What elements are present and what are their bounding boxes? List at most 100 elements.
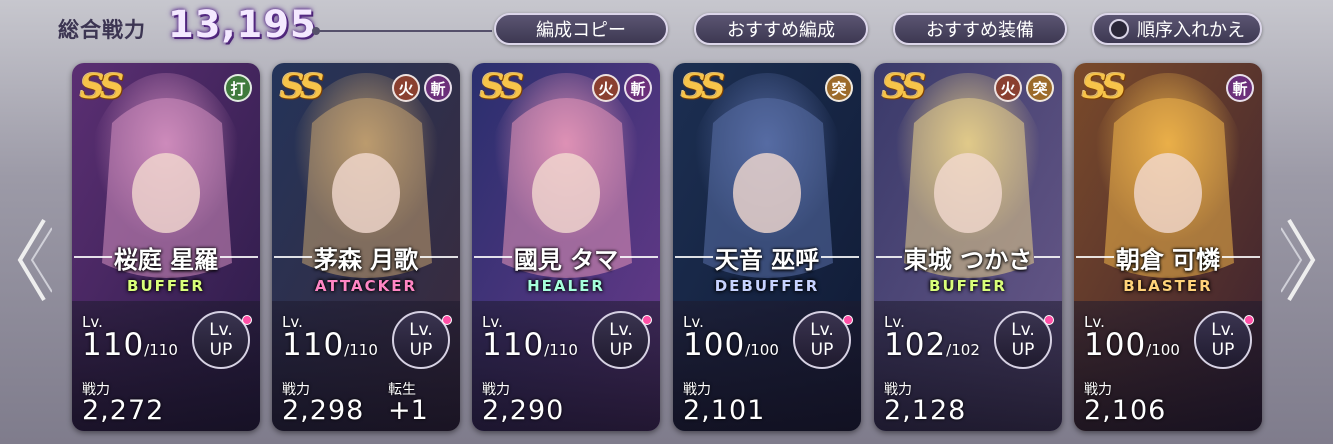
name-divider [1222, 256, 1261, 258]
attribute-icons: 火斬 [392, 74, 452, 102]
character-name: 天音 巫呼 [714, 245, 820, 274]
swap-order-label: 順序入れかえ [1137, 20, 1245, 41]
character-name-row: 朝倉 可憐 [1074, 239, 1262, 275]
max-level: /110 [144, 341, 178, 359]
rarity-ss-icon: SS [1082, 67, 1126, 107]
copy-formation-label: 編成コピー [536, 20, 626, 41]
rarity-ss-icon: SS [280, 67, 324, 107]
max-level: /110 [544, 341, 578, 359]
current-level: 100 [683, 327, 746, 363]
power-value: 2,272 [82, 395, 165, 426]
level-value: 110/110 [482, 327, 578, 363]
level-up-line1: Lv. [1211, 320, 1235, 340]
level-value: 102/102 [884, 327, 980, 363]
power-value: 2,128 [884, 395, 967, 426]
rarity-ss-icon: SS [480, 67, 524, 107]
attribute-icons: 火突 [994, 74, 1054, 102]
max-level: /110 [344, 341, 378, 359]
next-arrow-button[interactable] [1280, 210, 1321, 310]
rarity-ss-icon: SS [882, 67, 926, 107]
rarity-ss-icon: SS [80, 67, 124, 107]
character-card[interactable]: SS 突 天音 巫呼 DEBUFFER Lv. 100/100 Lv. UP 戦… [673, 63, 861, 431]
power-value: 2,298 [282, 395, 365, 426]
notification-dot-icon [1044, 315, 1054, 325]
max-level: /102 [946, 341, 980, 359]
max-level: /100 [745, 341, 779, 359]
attribute-icons: 斬 [1226, 74, 1254, 102]
character-name: 茅森 月歌 [313, 245, 419, 274]
name-divider [420, 256, 459, 258]
chevron-left-icon [17, 218, 53, 302]
current-level: 110 [82, 327, 145, 363]
character-role: DEBUFFER [714, 277, 820, 295]
rebirth-value: +1 [388, 395, 428, 426]
notification-dot-icon [843, 315, 853, 325]
name-divider [876, 256, 902, 258]
character-role: BUFFER [127, 277, 205, 295]
character-name-row: 天音 巫呼 [673, 239, 861, 275]
header-divider [312, 27, 492, 35]
name-divider [675, 256, 713, 258]
character-name: 朝倉 可憐 [1115, 245, 1221, 274]
character-role: ATTACKER [314, 277, 418, 295]
name-divider [1034, 256, 1061, 258]
name-divider [821, 256, 860, 258]
character-card[interactable]: SS 火斬 茅森 月歌 ATTACKER Lv. 110/110 Lv. UP … [272, 63, 460, 431]
character-name: 國見 タマ [513, 245, 619, 274]
slash-attribute-icon: 斬 [424, 74, 452, 102]
level-up-line2: UP [609, 340, 633, 360]
slash-attribute-icon: 斬 [624, 74, 652, 102]
level-up-line2: UP [810, 340, 834, 360]
total-power-value: 13,195 [168, 3, 317, 46]
character-role: BLASTER [1123, 277, 1213, 295]
recommended-formation-button[interactable]: おすすめ編成 [694, 13, 868, 45]
level-up-line1: Lv. [409, 320, 433, 340]
notification-dot-icon [442, 315, 452, 325]
attribute-icons: 火斬 [592, 74, 652, 102]
name-divider [220, 256, 259, 258]
level-up-line1: Lv. [1011, 320, 1035, 340]
character-card[interactable]: SS 斬 朝倉 可憐 BLASTER Lv. 100/100 Lv. UP 戦力… [1074, 63, 1262, 431]
level-up-line2: UP [1011, 340, 1035, 360]
level-up-line1: Lv. [609, 320, 633, 340]
level-value: 110/110 [282, 327, 378, 363]
copy-formation-button[interactable]: 編成コピー [494, 13, 668, 45]
current-level: 102 [884, 327, 947, 363]
recommended-formation-label: おすすめ編成 [727, 20, 835, 41]
pierce-attribute-icon: 突 [1026, 74, 1054, 102]
power-value: 2,290 [482, 395, 565, 426]
rarity-ss-icon: SS [681, 67, 725, 107]
notification-dot-icon [642, 315, 652, 325]
character-card[interactable]: SS 火突 東城 つかさ BUFFER Lv. 102/102 Lv. UP 戦… [874, 63, 1062, 431]
slash-attribute-icon: 斬 [1226, 74, 1254, 102]
name-divider [74, 256, 112, 258]
fire-attribute-icon: 火 [994, 74, 1022, 102]
top-bar: 総合戦力 13,195 編成コピー おすすめ編成 おすすめ装備 順序入れかえ [0, 0, 1333, 60]
recommended-equipment-button[interactable]: おすすめ装備 [893, 13, 1067, 45]
name-divider [474, 256, 512, 258]
character-card[interactable]: SS 打 桜庭 星羅 BUFFER Lv. 110/110 Lv. UP 戦力 … [72, 63, 260, 431]
previous-arrow-button[interactable] [12, 210, 53, 310]
max-level: /100 [1146, 341, 1180, 359]
character-role: BUFFER [929, 277, 1007, 295]
current-level: 110 [482, 327, 545, 363]
fire-attribute-icon: 火 [592, 74, 620, 102]
level-up-line2: UP [1211, 340, 1235, 360]
character-card[interactable]: SS 火斬 國見 タマ HEALER Lv. 110/110 Lv. UP 戦力… [472, 63, 660, 431]
character-name-row: 國見 タマ [472, 239, 660, 275]
pierce-attribute-icon: 突 [825, 74, 853, 102]
attribute-icons: 突 [825, 74, 853, 102]
level-up-line2: UP [409, 340, 433, 360]
name-divider [274, 256, 312, 258]
attribute-icons: 打 [224, 74, 252, 102]
chevron-right-icon [1280, 218, 1316, 302]
level-up-line2: UP [209, 340, 233, 360]
name-divider [1076, 256, 1114, 258]
recommended-equipment-label: おすすめ装備 [926, 20, 1034, 41]
current-level: 100 [1084, 327, 1147, 363]
name-divider [620, 256, 659, 258]
swap-order-toggle[interactable]: 順序入れかえ [1092, 13, 1262, 45]
current-level: 110 [282, 327, 345, 363]
notification-dot-icon [1244, 315, 1254, 325]
notification-dot-icon [242, 315, 252, 325]
